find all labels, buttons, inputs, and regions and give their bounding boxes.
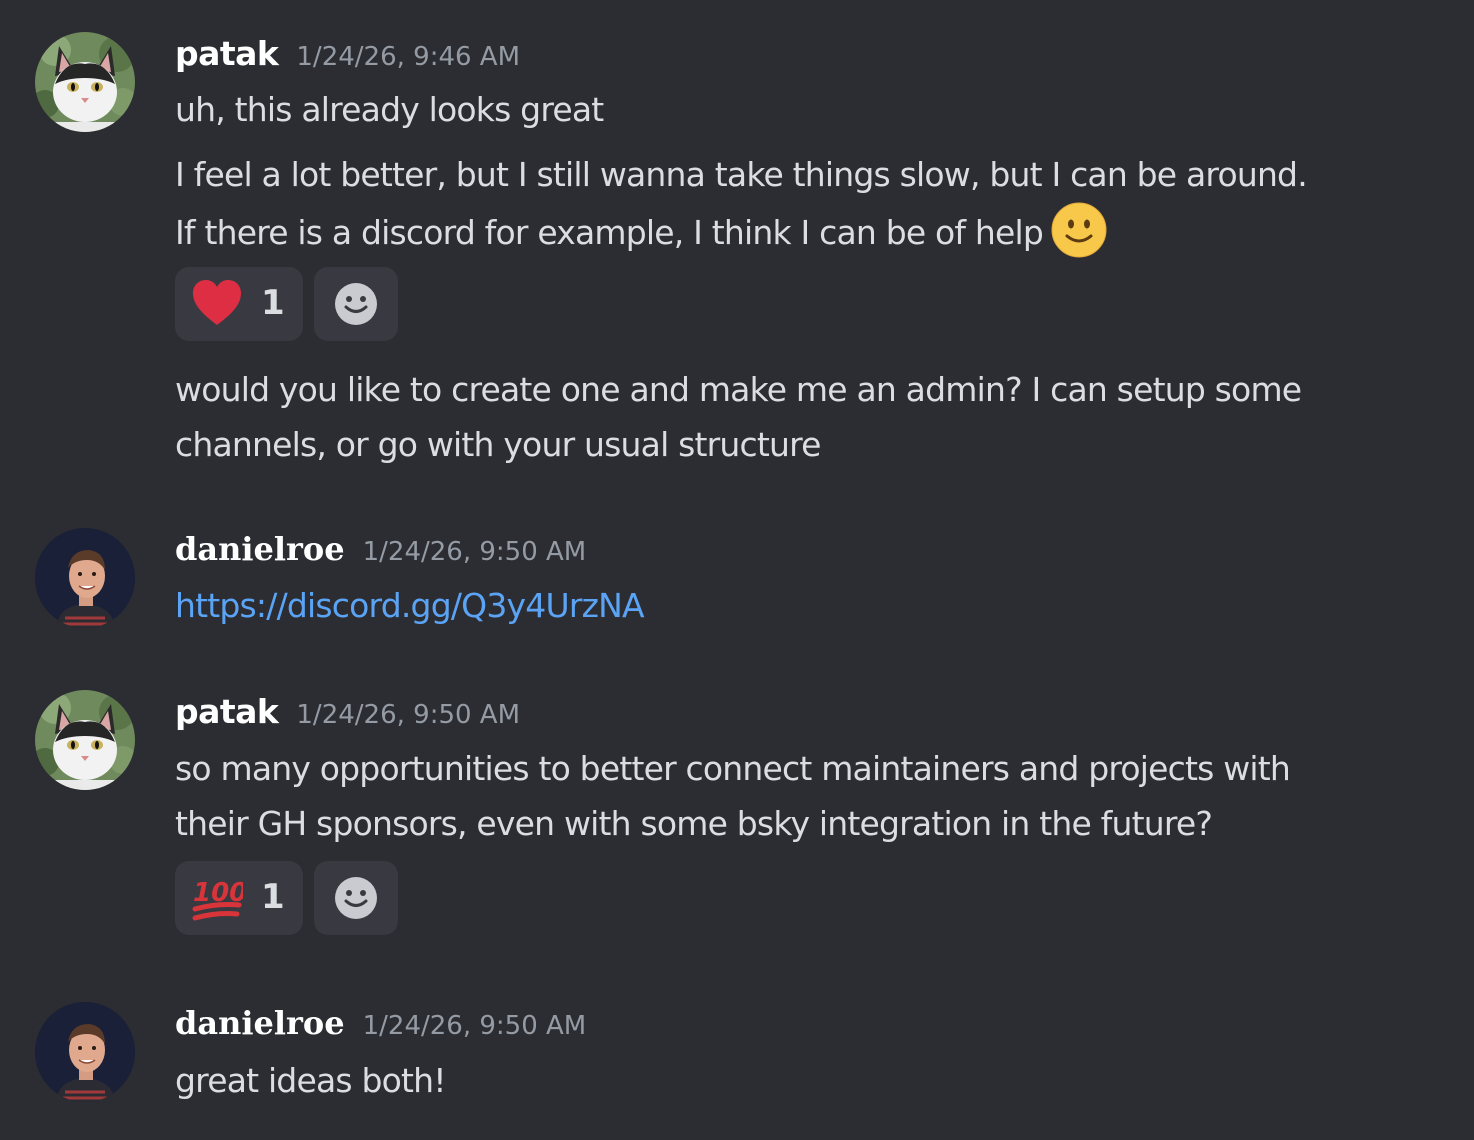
timestamp[interactable]: 1/24/26, 9:50 AM	[363, 537, 587, 567]
invite-link[interactable]: https://discord.gg/Q3y4UrzNA	[175, 586, 645, 625]
message-text: would you like to create one and make me…	[175, 370, 1302, 409]
username[interactable]: patak	[175, 34, 279, 73]
person-avatar-icon	[35, 1002, 135, 1102]
username[interactable]: danielroe	[175, 1004, 345, 1042]
message-text: I feel a lot better, but I still wanna t…	[175, 147, 1308, 202]
message-text: channels, or go with your usual structur…	[175, 425, 821, 464]
person-avatar[interactable]	[35, 528, 135, 628]
message-text: If there is a discord for example, I thi…	[175, 202, 1107, 260]
message-text: uh, this already looks great	[175, 90, 604, 129]
cat-avatar[interactable]	[35, 32, 135, 132]
message-text: so many opportunities to better connect …	[175, 749, 1291, 788]
message-header: patak 1/24/26, 9:50 AM	[175, 692, 520, 736]
message-header: danielroe 1/24/26, 9:50 AM	[175, 1004, 586, 1048]
person-avatar[interactable]	[35, 1002, 135, 1102]
username[interactable]: danielroe	[175, 530, 345, 568]
reaction-hundred[interactable]: 100 1	[175, 861, 303, 935]
cat-avatar-icon	[35, 690, 135, 790]
message-text: great ideas both!	[175, 1061, 446, 1100]
reaction-count: 1	[261, 283, 285, 323]
add-reaction-button[interactable]	[314, 267, 398, 341]
red-heart-emoji	[193, 280, 241, 325]
timestamp[interactable]: 1/24/26, 9:46 AM	[296, 42, 520, 72]
add-emoji-icon	[335, 283, 377, 325]
hundred-points-emoji: 100	[192, 878, 243, 921]
message-header: danielroe 1/24/26, 9:50 AM	[175, 530, 586, 574]
add-reaction-button[interactable]	[314, 861, 398, 935]
timestamp[interactable]: 1/24/26, 9:50 AM	[363, 1011, 587, 1041]
message-text-line: If there is a discord for example, I thi…	[175, 213, 1044, 252]
slightly-smiling-face-emoji	[1051, 202, 1107, 258]
reaction-heart[interactable]: 1	[175, 267, 303, 341]
message-text: their GH sponsors, even with some bsky i…	[175, 804, 1213, 843]
person-avatar-icon	[35, 528, 135, 628]
username[interactable]: patak	[175, 692, 279, 731]
message-text: https://discord.gg/Q3y4UrzNA	[175, 578, 645, 633]
add-emoji-icon	[335, 877, 377, 919]
message-header: patak 1/24/26, 9:46 AM	[175, 34, 520, 78]
reaction-count: 1	[261, 877, 285, 917]
timestamp[interactable]: 1/24/26, 9:50 AM	[296, 700, 520, 730]
cat-avatar[interactable]	[35, 690, 135, 790]
message-text-line: I feel a lot better, but I still wanna t…	[175, 155, 1308, 194]
cat-avatar-icon	[35, 32, 135, 132]
